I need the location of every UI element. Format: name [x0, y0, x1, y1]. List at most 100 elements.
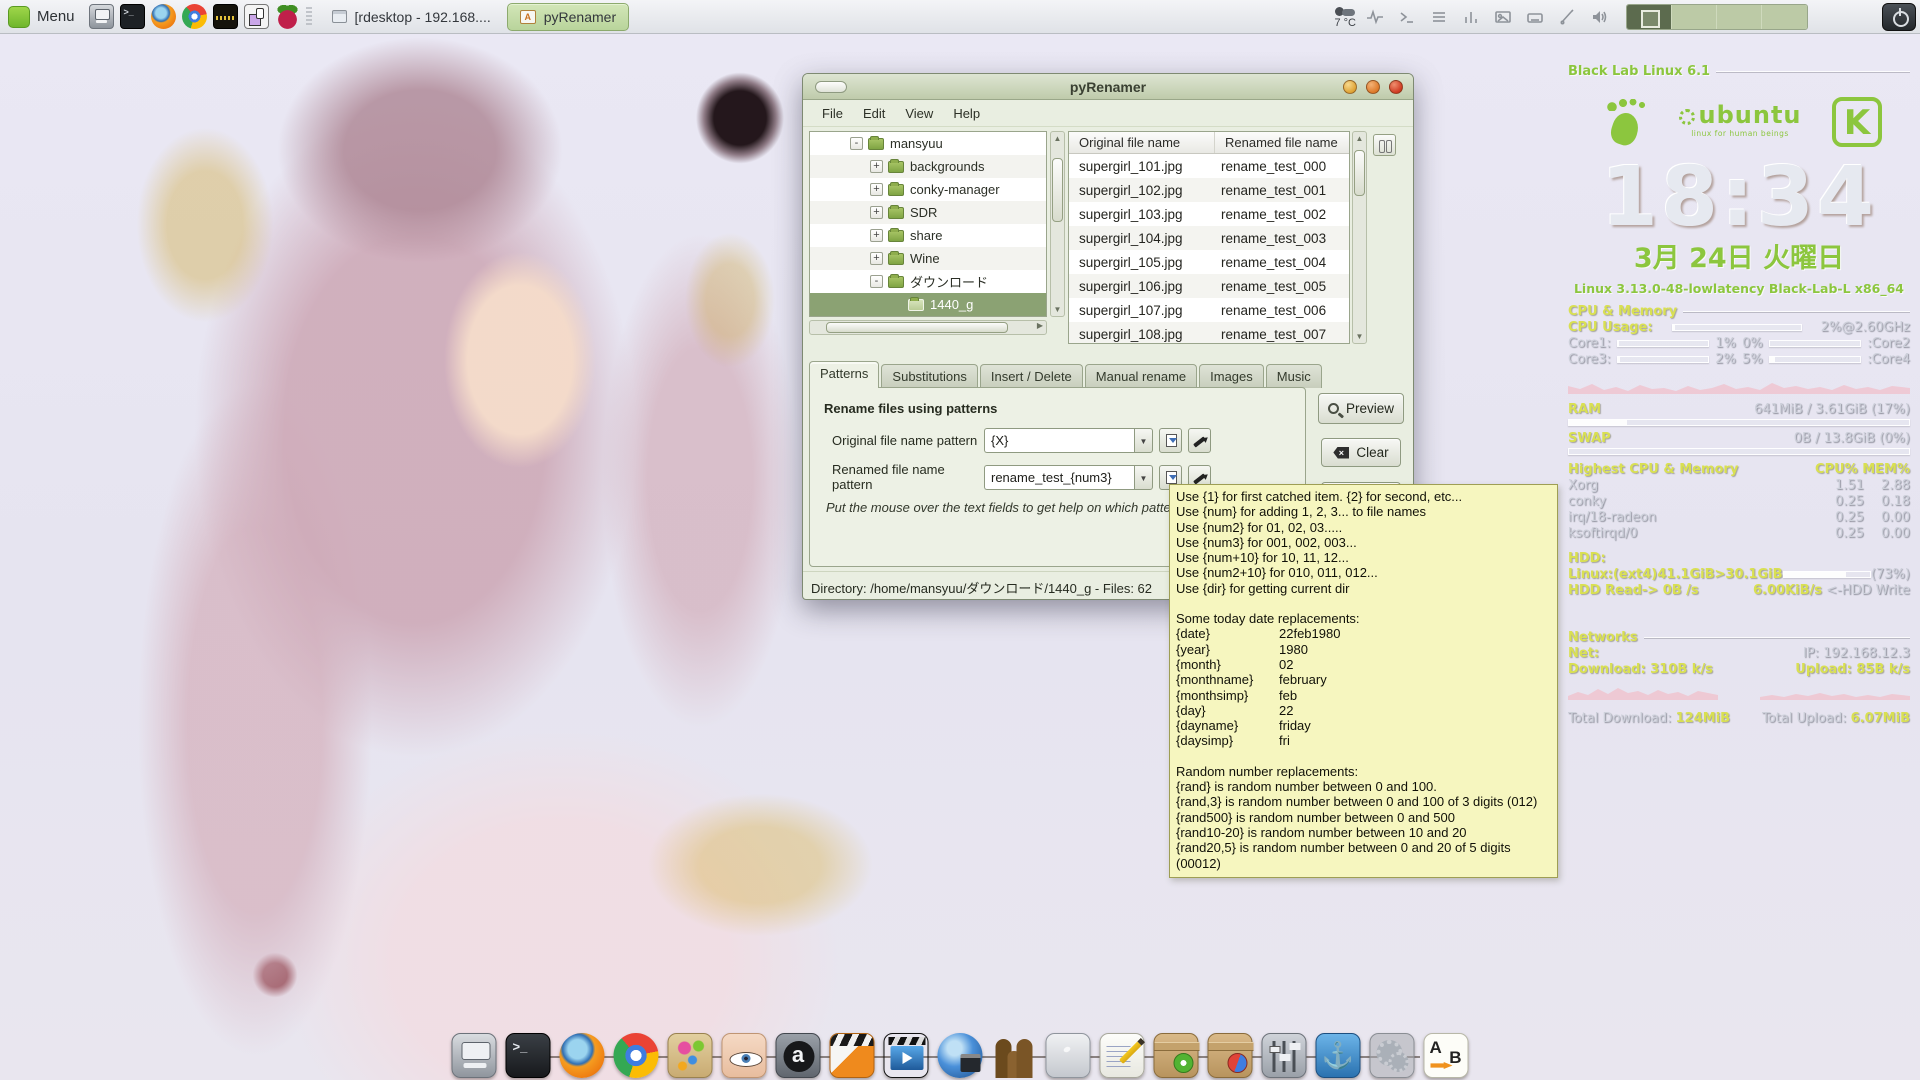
scrollbar-thumb[interactable] [1052, 158, 1063, 222]
menu-button[interactable]: Menu [0, 0, 85, 34]
file-list-scrollbar[interactable]: ▲▼ [1352, 131, 1367, 344]
file-row[interactable]: supergirl_105.jpg rename_test_004 [1069, 250, 1349, 274]
workspace-4[interactable] [1762, 5, 1807, 29]
maximize-button[interactable] [1366, 80, 1380, 94]
menu-file[interactable]: File [813, 102, 852, 125]
expander-icon[interactable]: - [850, 137, 863, 150]
file-row[interactable]: supergirl_104.jpg rename_test_003 [1069, 226, 1349, 250]
dock-chrome-icon[interactable] [614, 1033, 659, 1078]
preview-button[interactable]: Preview [1318, 393, 1404, 424]
dock-pyrenamer-icon[interactable]: AB [1424, 1033, 1469, 1078]
process-cpu: 0.25 [1822, 527, 1864, 540]
tree-row-wine[interactable]: +Wine [810, 247, 1046, 270]
minimize-button[interactable] [1343, 80, 1357, 94]
oscilloscope-launcher-icon[interactable] [213, 4, 238, 29]
firefox-launcher-icon[interactable] [151, 4, 176, 29]
tree-row-downloads[interactable]: -ダウンロード [810, 270, 1046, 293]
scrollbar-thumb[interactable] [1354, 150, 1365, 196]
expander-icon[interactable]: + [870, 160, 883, 173]
dock-image-editor-icon[interactable] [668, 1033, 713, 1078]
dropdown-arrow-icon[interactable]: ▼ [1134, 465, 1153, 490]
workspace-1[interactable] [1627, 5, 1672, 29]
dock-kvm-icon[interactable] [452, 1033, 497, 1078]
menu-help[interactable]: Help [944, 102, 989, 125]
dock-video-player-icon[interactable] [884, 1033, 929, 1078]
close-button[interactable] [1389, 80, 1403, 94]
tree-row-backgrounds[interactable]: +backgrounds [810, 155, 1046, 178]
renamed-pattern-input[interactable]: rename_test_{num3} [984, 465, 1134, 490]
process-name: ksoftirqd/0 [1568, 527, 1822, 540]
dock-camera-icon[interactable] [1046, 1033, 1091, 1078]
expander-icon[interactable]: - [870, 275, 883, 288]
workspace-3[interactable] [1717, 5, 1762, 29]
expander-icon[interactable]: + [870, 229, 883, 242]
prompt-icon[interactable] [1398, 8, 1416, 26]
original-pattern-input[interactable]: {X} [984, 428, 1134, 453]
volume-icon[interactable] [1590, 8, 1608, 26]
dock-eye-viewer-icon[interactable] [722, 1033, 767, 1078]
keyboard-icon[interactable] [1526, 8, 1544, 26]
dock-web-video-icon[interactable] [938, 1033, 983, 1078]
tree-vertical-scrollbar[interactable]: ▲▼ [1050, 131, 1065, 317]
pattern-preset-button[interactable] [1159, 428, 1182, 453]
tree-horizontal-scrollbar[interactable]: ◀▶ [809, 320, 1047, 335]
dock-package-manager-icon[interactable] [1208, 1033, 1253, 1078]
tree-row-1440g-selected[interactable]: 1440_g [810, 293, 1046, 316]
dock-package-installer-icon[interactable] [1154, 1033, 1199, 1078]
dock-mixer-icon[interactable] [1262, 1033, 1307, 1078]
dock-docky-anchor-icon[interactable]: ⚓ [1316, 1033, 1361, 1078]
file-row[interactable]: supergirl_106.jpg rename_test_005 [1069, 274, 1349, 298]
dock-terminal-icon[interactable]: >_ [506, 1033, 551, 1078]
tree-row-mansyuu[interactable]: -mansyuu [810, 132, 1046, 155]
tab-manual-rename[interactable]: Manual rename [1085, 364, 1197, 388]
tab-patterns[interactable]: Patterns [809, 361, 879, 388]
dock-openshot-icon[interactable] [830, 1033, 875, 1078]
dock-settings-gears-icon[interactable] [1370, 1033, 1415, 1078]
dock-firefox-icon[interactable] [560, 1033, 605, 1078]
chrome-launcher-icon[interactable] [182, 4, 207, 29]
activity-icon[interactable] [1366, 8, 1384, 26]
expander-icon[interactable]: + [870, 252, 883, 265]
raspberry-pi-launcher-icon[interactable] [275, 4, 300, 29]
taskbar-item-rdesktop[interactable]: [rdesktop - 192.168.... [320, 3, 503, 31]
tab-insert-delete[interactable]: Insert / Delete [980, 364, 1083, 388]
clear-button[interactable]: × Clear [1321, 438, 1401, 467]
pattern-edit-button[interactable] [1188, 428, 1211, 453]
column-original[interactable]: Original file name [1069, 132, 1215, 153]
column-renamed[interactable]: Renamed file name [1215, 132, 1344, 153]
workspace-2[interactable] [1672, 5, 1717, 29]
column-options-button[interactable] [1373, 134, 1396, 156]
file-row[interactable]: supergirl_102.jpg rename_test_001 [1069, 178, 1349, 202]
menu-lines-icon[interactable] [1430, 8, 1448, 26]
expander-icon[interactable]: + [870, 206, 883, 219]
sdr-device-launcher-icon[interactable] [244, 4, 269, 29]
terminal-launcher-icon[interactable]: >_ [120, 4, 145, 29]
window-menu-pill-button[interactable] [815, 81, 847, 93]
scrollbar-thumb[interactable] [826, 322, 1008, 333]
dock-a-logo-icon[interactable]: a [776, 1033, 821, 1078]
menu-view[interactable]: View [896, 102, 942, 125]
tab-music[interactable]: Music [1266, 364, 1322, 388]
weather-applet[interactable]: 7 °C [1334, 5, 1356, 29]
bar-chart-icon[interactable] [1462, 8, 1480, 26]
stylus-icon[interactable] [1558, 8, 1576, 26]
tab-substitutions[interactable]: Substitutions [881, 364, 977, 388]
kvm-launcher-icon[interactable] [89, 4, 114, 29]
file-row[interactable]: supergirl_108.jpg rename_test_007 [1069, 322, 1349, 344]
menu-edit[interactable]: Edit [854, 102, 894, 125]
file-row[interactable]: supergirl_107.jpg rename_test_006 [1069, 298, 1349, 322]
power-button[interactable] [1882, 3, 1916, 31]
tab-images[interactable]: Images [1199, 364, 1264, 388]
window-titlebar[interactable]: pyRenamer [803, 74, 1413, 100]
dropdown-arrow-icon[interactable]: ▼ [1134, 428, 1153, 453]
dock-text-editor-icon[interactable] [1100, 1033, 1145, 1078]
dock-cathedral-icon[interactable] [992, 1033, 1037, 1078]
file-row[interactable]: supergirl_103.jpg rename_test_002 [1069, 202, 1349, 226]
expander-icon[interactable]: + [870, 183, 883, 196]
taskbar-item-pyrenamer[interactable]: A pyRenamer [507, 3, 629, 31]
tree-row-conky-manager[interactable]: +conky-manager [810, 178, 1046, 201]
tree-row-sdr[interactable]: +SDR [810, 201, 1046, 224]
tree-row-share[interactable]: +share [810, 224, 1046, 247]
screenshot-icon[interactable] [1494, 8, 1512, 26]
file-row[interactable]: supergirl_101.jpg rename_test_000 [1069, 154, 1349, 178]
